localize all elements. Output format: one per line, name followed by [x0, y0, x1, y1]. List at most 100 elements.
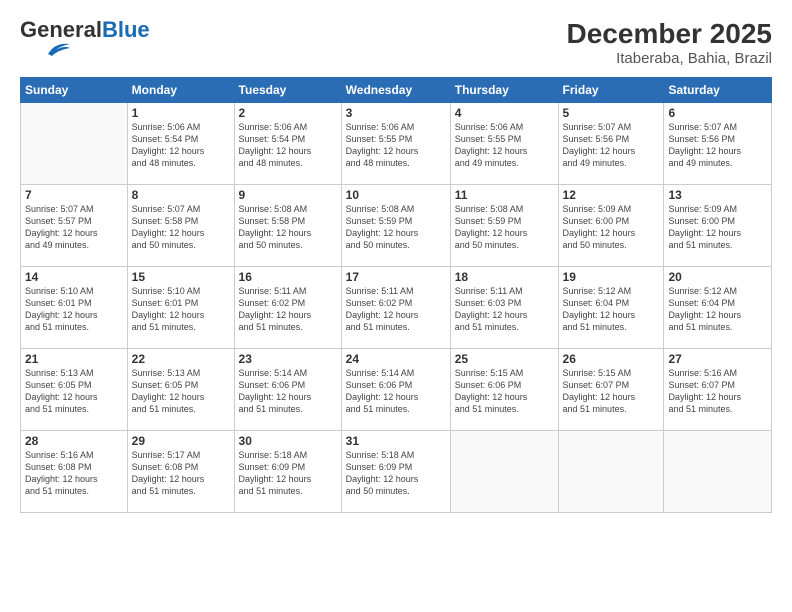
day-number: 20 [668, 270, 767, 284]
calendar-cell: 17Sunrise: 5:11 AM Sunset: 6:02 PM Dayli… [341, 267, 450, 349]
day-details: Sunrise: 5:07 AM Sunset: 5:56 PM Dayligh… [668, 121, 767, 170]
calendar-cell: 26Sunrise: 5:15 AM Sunset: 6:07 PM Dayli… [558, 349, 664, 431]
day-details: Sunrise: 5:08 AM Sunset: 5:58 PM Dayligh… [239, 203, 337, 252]
calendar-cell: 21Sunrise: 5:13 AM Sunset: 6:05 PM Dayli… [21, 349, 128, 431]
day-details: Sunrise: 5:10 AM Sunset: 6:01 PM Dayligh… [25, 285, 123, 334]
calendar-cell: 29Sunrise: 5:17 AM Sunset: 6:08 PM Dayli… [127, 431, 234, 513]
calendar-cell: 11Sunrise: 5:08 AM Sunset: 5:59 PM Dayli… [450, 185, 558, 267]
day-number: 6 [668, 106, 767, 120]
calendar-subtitle: Itaberaba, Bahia, Brazil [567, 50, 772, 67]
calendar-cell: 30Sunrise: 5:18 AM Sunset: 6:09 PM Dayli… [234, 431, 341, 513]
day-number: 27 [668, 352, 767, 366]
day-details: Sunrise: 5:13 AM Sunset: 6:05 PM Dayligh… [25, 367, 123, 416]
day-number: 28 [25, 434, 123, 448]
day-details: Sunrise: 5:07 AM Sunset: 5:57 PM Dayligh… [25, 203, 123, 252]
day-number: 17 [346, 270, 446, 284]
page: GeneralBlue December 2025 Itaberaba, Bah… [0, 0, 792, 612]
day-number: 3 [346, 106, 446, 120]
day-number: 10 [346, 188, 446, 202]
day-details: Sunrise: 5:15 AM Sunset: 6:07 PM Dayligh… [563, 367, 660, 416]
calendar-cell: 14Sunrise: 5:10 AM Sunset: 6:01 PM Dayli… [21, 267, 128, 349]
calendar-table: SundayMondayTuesdayWednesdayThursdayFrid… [20, 77, 772, 513]
day-details: Sunrise: 5:18 AM Sunset: 6:09 PM Dayligh… [239, 449, 337, 498]
day-details: Sunrise: 5:18 AM Sunset: 6:09 PM Dayligh… [346, 449, 446, 498]
day-details: Sunrise: 5:16 AM Sunset: 6:07 PM Dayligh… [668, 367, 767, 416]
day-details: Sunrise: 5:08 AM Sunset: 5:59 PM Dayligh… [346, 203, 446, 252]
day-details: Sunrise: 5:09 AM Sunset: 6:00 PM Dayligh… [563, 203, 660, 252]
weekday-header-row: SundayMondayTuesdayWednesdayThursdayFrid… [21, 78, 772, 103]
calendar-cell [21, 103, 128, 185]
day-number: 14 [25, 270, 123, 284]
day-number: 15 [132, 270, 230, 284]
day-number: 19 [563, 270, 660, 284]
day-number: 23 [239, 352, 337, 366]
calendar-cell: 23Sunrise: 5:14 AM Sunset: 6:06 PM Dayli… [234, 349, 341, 431]
weekday-sunday: Sunday [21, 78, 128, 103]
calendar-cell: 20Sunrise: 5:12 AM Sunset: 6:04 PM Dayli… [664, 267, 772, 349]
day-number: 8 [132, 188, 230, 202]
day-number: 29 [132, 434, 230, 448]
calendar-cell: 27Sunrise: 5:16 AM Sunset: 6:07 PM Dayli… [664, 349, 772, 431]
weekday-wednesday: Wednesday [341, 78, 450, 103]
week-row-5: 28Sunrise: 5:16 AM Sunset: 6:08 PM Dayli… [21, 431, 772, 513]
day-number: 1 [132, 106, 230, 120]
day-number: 9 [239, 188, 337, 202]
calendar-cell: 12Sunrise: 5:09 AM Sunset: 6:00 PM Dayli… [558, 185, 664, 267]
day-number: 31 [346, 434, 446, 448]
calendar-cell [664, 431, 772, 513]
calendar-cell: 15Sunrise: 5:10 AM Sunset: 6:01 PM Dayli… [127, 267, 234, 349]
week-row-4: 21Sunrise: 5:13 AM Sunset: 6:05 PM Dayli… [21, 349, 772, 431]
day-details: Sunrise: 5:07 AM Sunset: 5:56 PM Dayligh… [563, 121, 660, 170]
calendar-cell: 10Sunrise: 5:08 AM Sunset: 5:59 PM Dayli… [341, 185, 450, 267]
day-details: Sunrise: 5:12 AM Sunset: 6:04 PM Dayligh… [668, 285, 767, 334]
calendar-cell [558, 431, 664, 513]
week-row-1: 1Sunrise: 5:06 AM Sunset: 5:54 PM Daylig… [21, 103, 772, 185]
day-number: 21 [25, 352, 123, 366]
weekday-monday: Monday [127, 78, 234, 103]
day-number: 22 [132, 352, 230, 366]
day-details: Sunrise: 5:06 AM Sunset: 5:54 PM Dayligh… [239, 121, 337, 170]
header: GeneralBlue December 2025 Itaberaba, Bah… [20, 18, 772, 67]
calendar-cell: 28Sunrise: 5:16 AM Sunset: 6:08 PM Dayli… [21, 431, 128, 513]
calendar-cell: 13Sunrise: 5:09 AM Sunset: 6:00 PM Dayli… [664, 185, 772, 267]
logo-text: GeneralBlue [20, 18, 150, 42]
calendar-cell: 3Sunrise: 5:06 AM Sunset: 5:55 PM Daylig… [341, 103, 450, 185]
day-details: Sunrise: 5:12 AM Sunset: 6:04 PM Dayligh… [563, 285, 660, 334]
day-number: 11 [455, 188, 554, 202]
logo-general: General [20, 17, 102, 42]
calendar-cell: 7Sunrise: 5:07 AM Sunset: 5:57 PM Daylig… [21, 185, 128, 267]
weekday-saturday: Saturday [664, 78, 772, 103]
calendar-cell: 8Sunrise: 5:07 AM Sunset: 5:58 PM Daylig… [127, 185, 234, 267]
day-number: 12 [563, 188, 660, 202]
day-details: Sunrise: 5:11 AM Sunset: 6:02 PM Dayligh… [346, 285, 446, 334]
day-details: Sunrise: 5:14 AM Sunset: 6:06 PM Dayligh… [346, 367, 446, 416]
calendar-cell: 4Sunrise: 5:06 AM Sunset: 5:55 PM Daylig… [450, 103, 558, 185]
day-number: 30 [239, 434, 337, 448]
calendar-cell: 19Sunrise: 5:12 AM Sunset: 6:04 PM Dayli… [558, 267, 664, 349]
day-details: Sunrise: 5:06 AM Sunset: 5:54 PM Dayligh… [132, 121, 230, 170]
day-details: Sunrise: 5:09 AM Sunset: 6:00 PM Dayligh… [668, 203, 767, 252]
day-number: 7 [25, 188, 123, 202]
day-number: 2 [239, 106, 337, 120]
week-row-2: 7Sunrise: 5:07 AM Sunset: 5:57 PM Daylig… [21, 185, 772, 267]
day-details: Sunrise: 5:15 AM Sunset: 6:06 PM Dayligh… [455, 367, 554, 416]
day-number: 24 [346, 352, 446, 366]
calendar-cell: 16Sunrise: 5:11 AM Sunset: 6:02 PM Dayli… [234, 267, 341, 349]
day-number: 26 [563, 352, 660, 366]
calendar-cell: 5Sunrise: 5:07 AM Sunset: 5:56 PM Daylig… [558, 103, 664, 185]
logo: GeneralBlue [20, 18, 150, 58]
calendar-cell: 18Sunrise: 5:11 AM Sunset: 6:03 PM Dayli… [450, 267, 558, 349]
calendar-cell: 22Sunrise: 5:13 AM Sunset: 6:05 PM Dayli… [127, 349, 234, 431]
day-details: Sunrise: 5:13 AM Sunset: 6:05 PM Dayligh… [132, 367, 230, 416]
calendar-cell [450, 431, 558, 513]
day-details: Sunrise: 5:06 AM Sunset: 5:55 PM Dayligh… [455, 121, 554, 170]
day-number: 25 [455, 352, 554, 366]
weekday-friday: Friday [558, 78, 664, 103]
logo-bird-icon [20, 40, 70, 58]
calendar-cell: 31Sunrise: 5:18 AM Sunset: 6:09 PM Dayli… [341, 431, 450, 513]
day-details: Sunrise: 5:16 AM Sunset: 6:08 PM Dayligh… [25, 449, 123, 498]
weekday-tuesday: Tuesday [234, 78, 341, 103]
day-details: Sunrise: 5:17 AM Sunset: 6:08 PM Dayligh… [132, 449, 230, 498]
day-number: 18 [455, 270, 554, 284]
weekday-thursday: Thursday [450, 78, 558, 103]
